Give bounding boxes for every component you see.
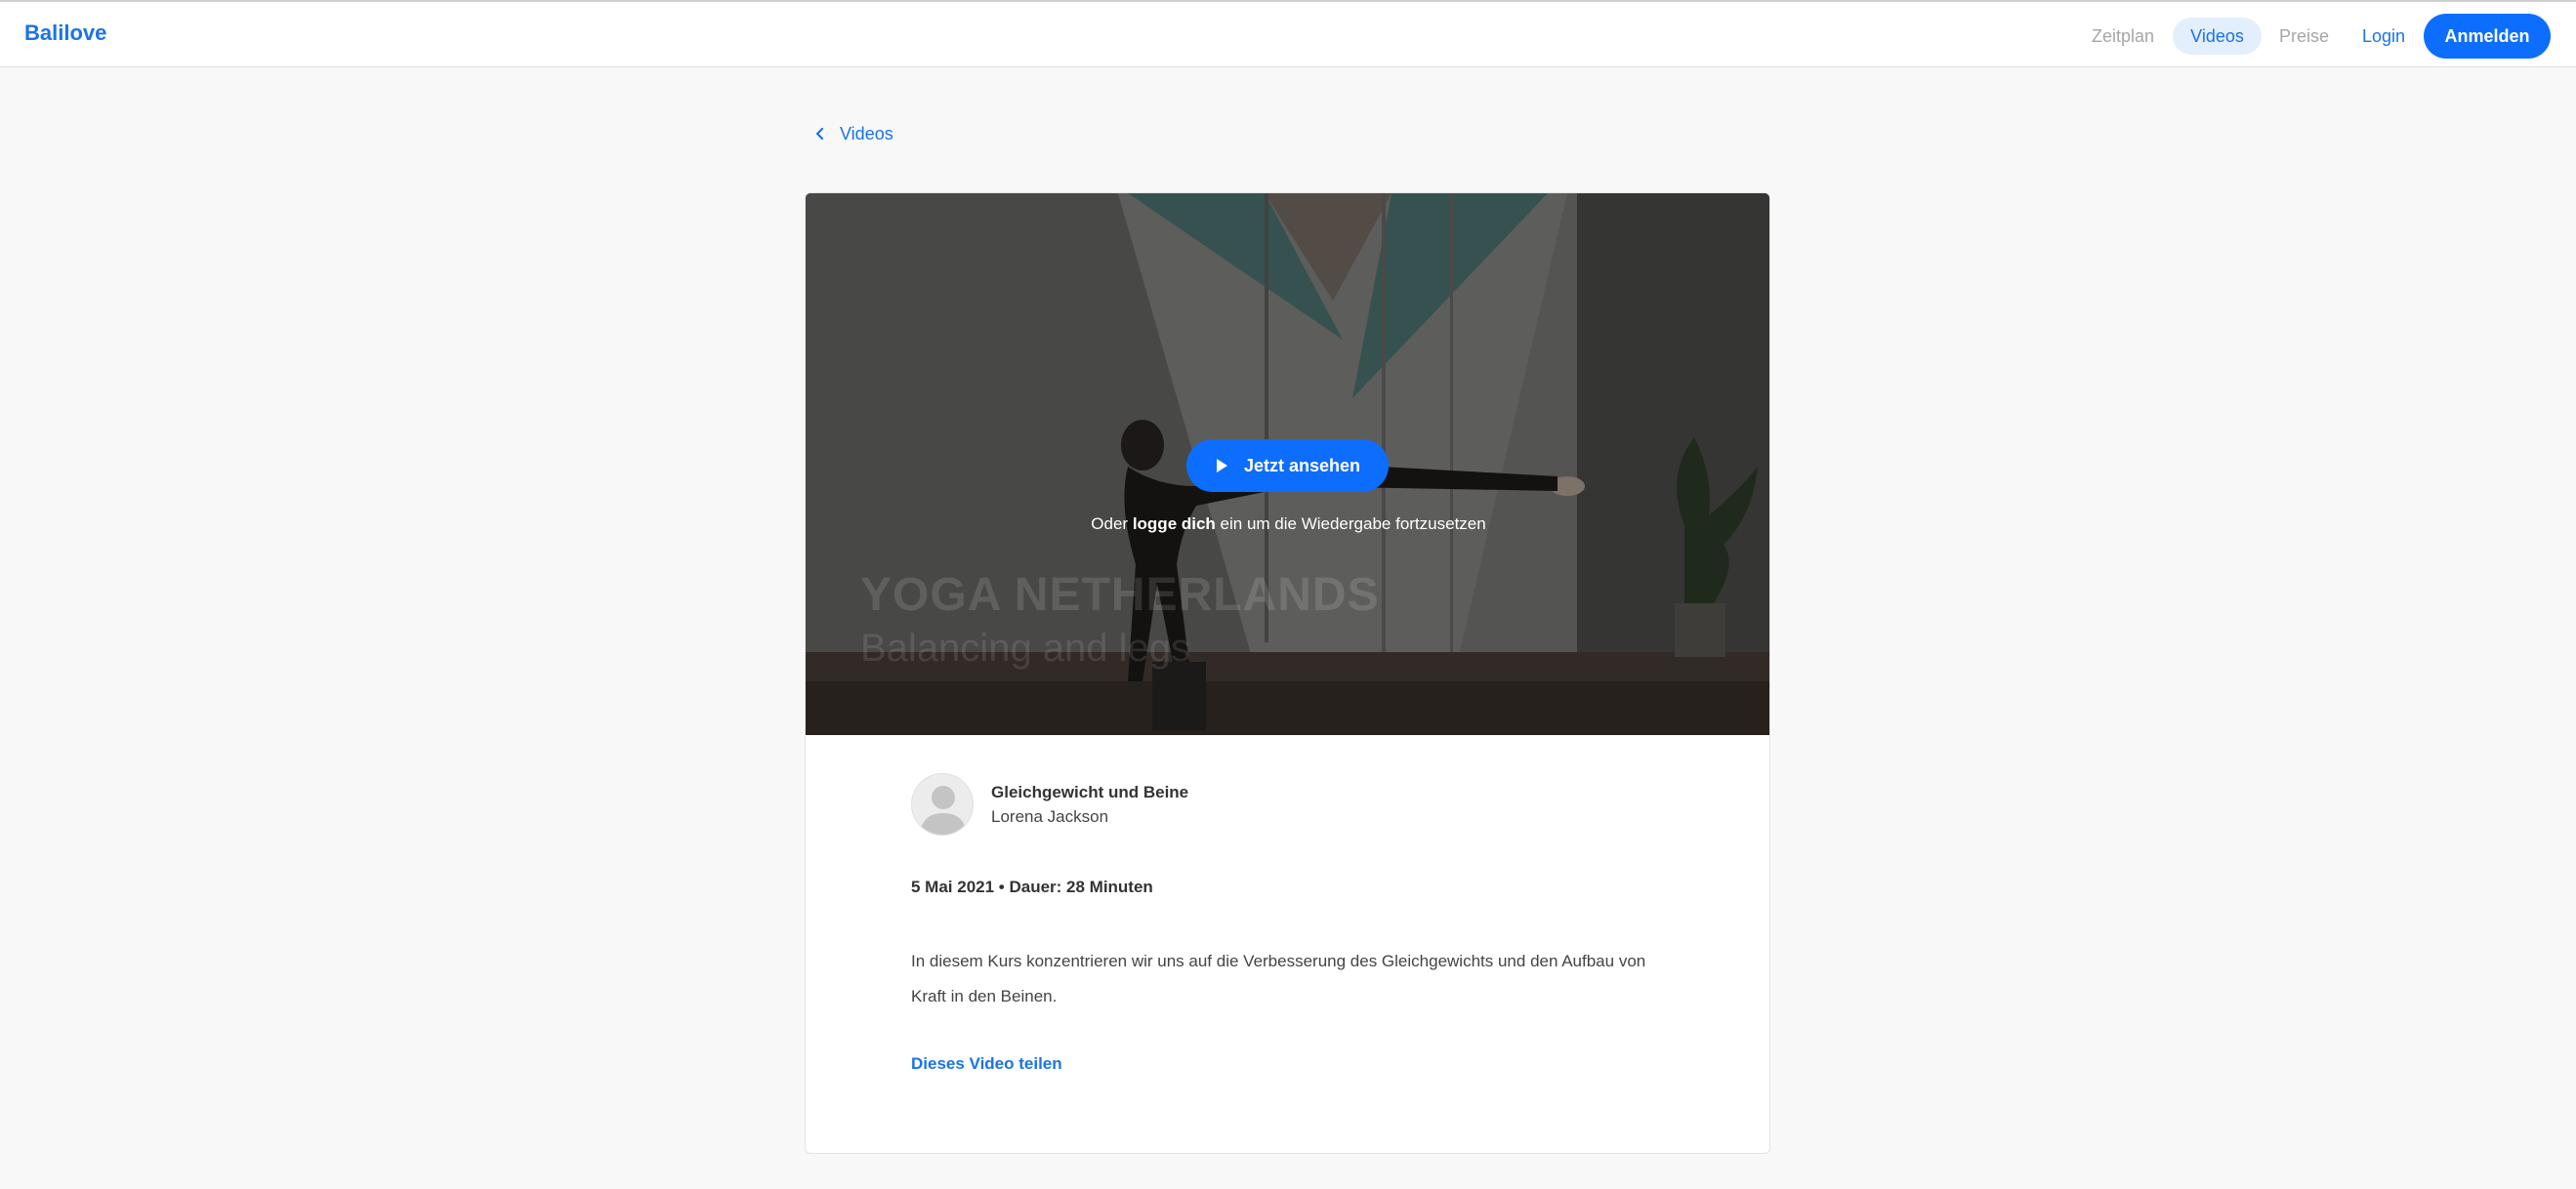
watch-now-button[interactable]: Jetzt ansehen xyxy=(1186,439,1389,492)
video-watermark-title: YOGA NETHERLANDS xyxy=(860,569,1380,621)
nav-preise[interactable]: Preise xyxy=(2262,18,2347,55)
user-placeholder-icon xyxy=(912,774,973,835)
back-to-videos-link[interactable]: Videos xyxy=(814,119,893,148)
login-hint-suffix: ein um die Wiedergabe fortzusetzen xyxy=(1220,514,1486,533)
back-link-label: Videos xyxy=(840,123,893,144)
video-description: In diesem Kurs konzentrieren wir uns auf… xyxy=(911,952,1646,1005)
teacher-avatar xyxy=(911,773,974,836)
share-video-link[interactable]: Dieses Video teilen xyxy=(911,1054,1062,1074)
login-link[interactable]: Login xyxy=(2345,18,2423,55)
video-watermark-subtitle: Balancing and legs xyxy=(860,627,1191,670)
nav-zeitplan[interactable]: Zeitplan xyxy=(2074,18,2172,55)
teacher-name: Lorena Jackson xyxy=(991,807,1109,826)
video-date-duration: 5 Mai 2021 • Dauer: 28 Minuten xyxy=(911,878,1153,896)
watch-now-label: Jetzt ansehen xyxy=(1243,455,1361,475)
chevron-left-icon xyxy=(815,127,824,141)
top-navbar: Balilove Zeitplan Videos Preise Login An… xyxy=(0,0,2576,67)
brand-logo[interactable]: Balilove xyxy=(24,20,106,46)
course-title: Gleichgewicht und Beine xyxy=(991,783,1189,801)
nav-videos[interactable]: Videos xyxy=(2173,18,2262,55)
signup-button[interactable]: Anmelden xyxy=(2424,14,2551,59)
login-hint: Oder logge dich ein um die Wiedergabe fo… xyxy=(806,514,1769,534)
login-hint-prefix: Oder xyxy=(1091,514,1129,533)
login-hint-link[interactable]: logge dich xyxy=(1133,514,1216,533)
video-player[interactable]: YOGA NETHERLANDS Balancing and legs Jetz… xyxy=(806,193,1769,735)
video-card: YOGA NETHERLANDS Balancing and legs Jetz… xyxy=(805,192,1770,1154)
play-icon xyxy=(1216,459,1227,472)
